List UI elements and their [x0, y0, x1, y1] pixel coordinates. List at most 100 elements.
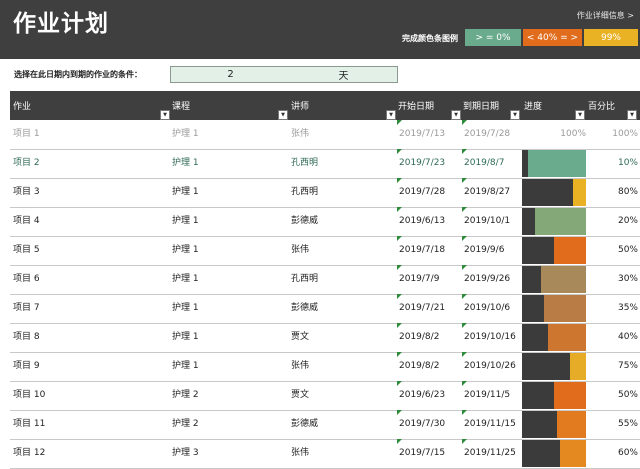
- table-row[interactable]: 项目 1 护理 1 张伟 2019/7/13 2019/7/28 100% 100%: [10, 120, 640, 150]
- progress-text-cell: [522, 410, 586, 439]
- days-input[interactable]: 2: [170, 66, 291, 83]
- filter-dropdown-progress[interactable]: ▼: [575, 110, 585, 120]
- course-cell: 护理 2: [172, 419, 199, 429]
- filter-dropdown-percent[interactable]: ▼: [627, 110, 637, 120]
- page-title: 作业计划: [13, 11, 109, 37]
- filter-dropdown-due[interactable]: ▼: [510, 110, 520, 120]
- task-cell: 项目 4: [13, 216, 40, 226]
- percent-cell: 40%: [617, 332, 638, 342]
- column-header-lecturer: 讲师: [291, 102, 310, 112]
- legend-item-high: 99%: [584, 29, 638, 46]
- due-date-cell: 2019/7/28: [464, 129, 511, 139]
- progress-text-cell: [522, 178, 586, 207]
- percent-cell: 10%: [617, 158, 638, 168]
- due-date-cell: 2019/11/5: [464, 390, 511, 400]
- header-bar: 作业计划 作业详细信息 > 完成颜色条图例 > = 0% < 40% = > 9…: [0, 0, 640, 59]
- progress-text-cell: [522, 381, 586, 410]
- start-date-cell: 2019/8/2: [399, 361, 440, 371]
- lecturer-cell: 张伟: [291, 448, 310, 458]
- start-date-cell: 2019/6/23: [399, 390, 446, 400]
- course-cell: 护理 1: [172, 129, 199, 139]
- table-row[interactable]: 项目 3 护理 1 孔西明 2019/7/28 2019/8/27 80%: [10, 178, 640, 208]
- progress-text-cell: [522, 236, 586, 265]
- task-cell: 项目 3: [13, 187, 40, 197]
- percent-cell: 75%: [617, 361, 638, 371]
- task-cell: 项目 1: [13, 129, 40, 139]
- start-date-cell: 2019/7/21: [399, 303, 446, 313]
- column-header-percent: 百分比: [588, 102, 616, 112]
- task-cell: 项目 10: [13, 390, 46, 400]
- due-date-cell: 2019/9/6: [464, 245, 505, 255]
- condition-label: 选择在此日期内到期的作业的条件：: [14, 70, 142, 79]
- table-row[interactable]: 项目 2 护理 1 孔西明 2019/7/23 2019/8/7 10%: [10, 149, 640, 179]
- percent-cell: 50%: [617, 245, 638, 255]
- course-cell: 护理 1: [172, 245, 199, 255]
- start-date-cell: 2019/7/13: [399, 129, 446, 139]
- due-date-cell: 2019/11/15: [464, 419, 516, 429]
- course-cell: 护理 2: [172, 390, 199, 400]
- start-date-cell: 2019/7/9: [399, 274, 440, 284]
- column-header-due: 到期日期: [463, 102, 500, 112]
- task-cell: 项目 2: [13, 158, 40, 168]
- task-cell: 项目 11: [13, 419, 46, 429]
- column-header-progress: 进度: [524, 102, 543, 112]
- start-date-cell: 2019/7/28: [399, 187, 446, 197]
- lecturer-cell: 贾文: [291, 390, 310, 400]
- legend-item-mid: < 40% = >: [523, 29, 582, 46]
- percent-cell: 50%: [617, 390, 638, 400]
- start-date-cell: 2019/7/30: [399, 419, 446, 429]
- table-row[interactable]: 项目 10 护理 2 贾文 2019/6/23 2019/11/5 50%: [10, 381, 640, 411]
- lecturer-cell: 张伟: [291, 245, 310, 255]
- due-date-cell: 2019/10/26: [464, 361, 516, 371]
- progress-text-cell: [522, 265, 586, 294]
- percent-cell: 60%: [617, 448, 638, 458]
- due-date-cell: 2019/8/27: [464, 187, 511, 197]
- task-cell: 项目 8: [13, 332, 40, 342]
- due-date-cell: 2019/11/25: [464, 448, 516, 458]
- percent-cell: 100%: [612, 129, 638, 139]
- task-cell: 项目 12: [13, 448, 46, 458]
- legend-item-low: > = 0%: [465, 29, 521, 46]
- table-row[interactable]: 项目 12 护理 3 张伟 2019/7/15 2019/11/25 60%: [10, 439, 640, 469]
- start-date-cell: 2019/7/18: [399, 245, 446, 255]
- lecturer-cell: 张伟: [291, 129, 310, 139]
- lecturer-cell: 贾文: [291, 332, 310, 342]
- days-unit-label: 天: [290, 66, 398, 83]
- table-header: 作业 ▼ 课程 ▼ 讲师 ▼ 开始日期 ▼ 到期日期 ▼ 进度 ▼ 百分比 ▼: [10, 91, 640, 120]
- due-date-cell: 2019/10/1: [464, 216, 511, 226]
- course-cell: 护理 1: [172, 361, 199, 371]
- course-cell: 护理 1: [172, 216, 199, 226]
- percent-cell: 55%: [617, 419, 638, 429]
- table-row[interactable]: 项目 9 护理 1 张伟 2019/8/2 2019/10/26 75%: [10, 352, 640, 382]
- lecturer-cell: 彭德威: [291, 216, 319, 226]
- task-cell: 项目 7: [13, 303, 40, 313]
- progress-text-cell: [522, 294, 586, 323]
- filter-dropdown-lecturer[interactable]: ▼: [386, 110, 396, 120]
- due-date-cell: 2019/10/6: [464, 303, 511, 313]
- column-header-course: 课程: [172, 102, 191, 112]
- due-date-cell: 2019/10/16: [464, 332, 516, 342]
- percent-cell: 35%: [617, 303, 638, 313]
- table-row[interactable]: 项目 8 护理 1 贾文 2019/8/2 2019/10/16 40%: [10, 323, 640, 353]
- lecturer-cell: 孔西明: [291, 274, 319, 284]
- lecturer-cell: 孔西明: [291, 187, 319, 197]
- lecturer-cell: 孔西明: [291, 158, 319, 168]
- progress-text-cell: [522, 149, 586, 178]
- task-cell: 项目 5: [13, 245, 40, 255]
- course-cell: 护理 1: [172, 158, 199, 168]
- filter-dropdown-start[interactable]: ▼: [451, 110, 461, 120]
- progress-text-cell: [522, 323, 586, 352]
- filter-dropdown-course[interactable]: ▼: [278, 110, 288, 120]
- table-row[interactable]: 项目 6 护理 1 孔西明 2019/7/9 2019/9/26 30%: [10, 265, 640, 295]
- column-header-start: 开始日期: [398, 102, 435, 112]
- percent-cell: 30%: [617, 274, 638, 284]
- column-header-task: 作业: [13, 102, 32, 112]
- table-row[interactable]: 项目 11 护理 2 彭德威 2019/7/30 2019/11/15 55%: [10, 410, 640, 440]
- filter-dropdown-task[interactable]: ▼: [160, 110, 170, 120]
- legend-label: 完成颜色条图例: [402, 34, 458, 43]
- course-cell: 护理 1: [172, 187, 199, 197]
- table-row[interactable]: 项目 4 护理 1 彭德威 2019/6/13 2019/10/1 20%: [10, 207, 640, 237]
- task-details-link[interactable]: 作业详细信息 >: [577, 10, 634, 21]
- table-row[interactable]: 项目 7 护理 1 彭德威 2019/7/21 2019/10/6 35%: [10, 294, 640, 324]
- table-row[interactable]: 项目 5 护理 1 张伟 2019/7/18 2019/9/6 50%: [10, 236, 640, 266]
